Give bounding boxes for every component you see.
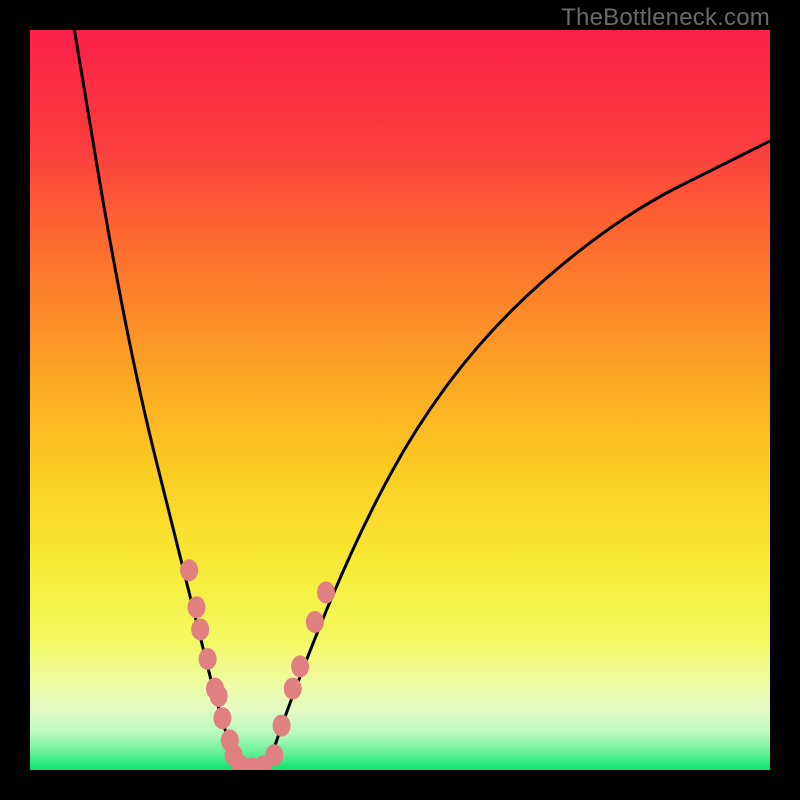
marker-dot (265, 744, 283, 766)
plot-area (30, 30, 770, 770)
marker-dot (273, 715, 291, 737)
marker-dot (191, 618, 209, 640)
marker-dot (284, 678, 302, 700)
marker-group (180, 559, 335, 770)
chart-frame: TheBottleneck.com (0, 0, 800, 800)
marker-dot (291, 655, 309, 677)
curve-layer (30, 30, 770, 770)
watermark-text: TheBottleneck.com (561, 4, 770, 32)
marker-dot (213, 707, 231, 729)
curve-right (267, 141, 770, 770)
marker-dot (210, 685, 228, 707)
marker-dot (306, 611, 324, 633)
marker-dot (317, 581, 335, 603)
marker-dot (180, 559, 198, 581)
marker-dot (199, 648, 217, 670)
marker-dot (188, 596, 206, 618)
